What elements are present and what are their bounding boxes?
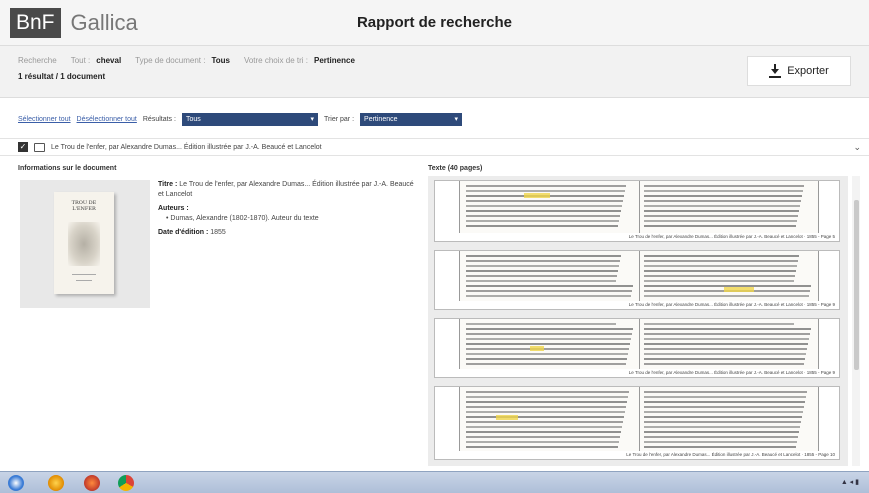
document-icon	[34, 142, 45, 152]
media-icon[interactable]	[84, 475, 100, 491]
text-snippets-area: Le Trou de l'enfer, par Alexandre Dumas.…	[428, 176, 848, 466]
os-taskbar: ▲ ◂ ▮	[0, 471, 869, 493]
tout-value: cheval	[96, 56, 122, 65]
page-title: Rapport de recherche	[356, 14, 513, 31]
meta-date-label: Date d'édition :	[158, 229, 209, 236]
tri-value: Pertinence	[313, 56, 355, 65]
start-icon[interactable]	[8, 475, 24, 491]
search-highlight	[724, 287, 754, 292]
text-snippet[interactable]: Le Trou de l'enfer, par Alexandre Dumas.…	[434, 250, 840, 310]
deselect-all-link[interactable]: Désélectionner tout	[77, 116, 137, 123]
export-button[interactable]: Exporter	[747, 56, 851, 86]
info-panel-title: Informations sur le document	[18, 165, 117, 172]
snippet-caption[interactable]: Le Trou de l'enfer, par Alexandre Dumas.…	[629, 370, 835, 375]
text-snippet[interactable]: Le Trou de l'enfer, par Alexandre Dumas.…	[434, 386, 840, 460]
scrollbar-thumb[interactable]	[854, 200, 859, 370]
results-filter-value: Tous	[185, 115, 201, 123]
thumbnail-line	[72, 274, 96, 275]
meta-authors-label: Auteurs :	[158, 205, 189, 212]
snippet-scan	[459, 387, 819, 451]
document-thumbnail[interactable]: TROU DE L'ENFER	[20, 180, 150, 308]
recherche-label: Recherche	[18, 56, 57, 65]
type-value: Tous	[211, 56, 230, 65]
result-title: Le Trou de l'enfer, par Alexandre Dumas.…	[51, 143, 322, 151]
criterion-tout: Tout : cheval	[71, 56, 121, 65]
chevron-down-icon: ▾	[310, 116, 314, 123]
text-snippet[interactable]: Le Trou de l'enfer, par Alexandre Dumas.…	[434, 180, 840, 242]
tout-label: Tout :	[70, 56, 91, 65]
snippet-scan	[459, 319, 819, 369]
thumbnail-illustration	[68, 222, 100, 266]
document-metadata: Titre : Le Trou de l'enfer, par Alexandr…	[158, 180, 418, 238]
chrome-icon[interactable]	[118, 475, 134, 491]
text-panel-title: Texte (40 pages)	[428, 165, 483, 172]
app-header: BnF Gallica Rapport de recherche	[0, 0, 869, 46]
criterion-tri: Votre choix de tri : Pertinence	[244, 56, 355, 65]
meta-date: Date d'édition : 1855	[158, 228, 418, 238]
meta-title-label: Titre :	[158, 181, 178, 188]
meta-date-value: 1855	[210, 229, 226, 236]
search-highlight	[524, 193, 550, 198]
meta-title: Titre : Le Trou de l'enfer, par Alexandr…	[158, 180, 418, 200]
selection-toolbar: Sélectionner tout Désélectionner tout Ré…	[0, 108, 869, 130]
chevron-down-icon: ▾	[454, 116, 459, 123]
checkbox-icon[interactable]: ✓	[18, 142, 28, 152]
snippet-scan	[459, 251, 819, 301]
results-count: 1 résultat / 1 document	[18, 72, 106, 81]
search-highlight	[530, 346, 544, 351]
chevron-down-icon[interactable]: ⌄	[853, 142, 861, 153]
system-tray[interactable]: ▲ ◂ ▮	[841, 478, 859, 486]
search-criteria: Recherche Tout : cheval Type de document …	[18, 56, 355, 65]
download-icon	[769, 64, 782, 78]
search-summary-bar: Recherche Tout : cheval Type de document …	[0, 46, 869, 98]
meta-author-value[interactable]: Dumas, Alexandre (1802-1870). Auteur du …	[170, 215, 318, 222]
snippet-caption[interactable]: Le Trou de l'enfer, par Alexandre Dumas.…	[629, 302, 835, 307]
thumbnail-title: TROU DE L'ENFER	[71, 200, 97, 212]
type-label: Type de document :	[135, 56, 206, 65]
snippet-scan	[459, 181, 819, 233]
results-filter-select[interactable]: Tous ▾	[181, 112, 318, 126]
select-all-link[interactable]: Sélectionner tout	[18, 116, 71, 123]
folder-icon[interactable]	[48, 475, 64, 491]
sort-value: Pertinence	[364, 115, 398, 123]
sort-label: Trier par :	[323, 115, 355, 123]
sort-select[interactable]: Pertinence ▾	[360, 112, 463, 126]
thumbnail-line	[76, 280, 92, 281]
result-header-row[interactable]: ✓ Le Trou de l'enfer, par Alexandre Duma…	[0, 138, 869, 156]
export-label: Exporter	[787, 65, 829, 77]
snippet-caption[interactable]: Le Trou de l'enfer, par Alexandre Dumas.…	[629, 234, 835, 239]
results-filter-label: Résultats :	[142, 115, 176, 123]
tri-label: Votre choix de tri :	[243, 56, 308, 65]
meta-author-item[interactable]: • Dumas, Alexandre (1802-1870). Auteur d…	[158, 214, 418, 224]
snippet-caption[interactable]: Le Trou de l'enfer, par Alexandre Dumas.…	[626, 452, 835, 457]
text-snippet[interactable]: Le Trou de l'enfer, par Alexandre Dumas.…	[434, 318, 840, 378]
search-highlight	[496, 415, 518, 420]
meta-title-value: Le Trou de l'enfer, par Alexandre Dumas.…	[158, 181, 414, 198]
thumbnail-page: TROU DE L'ENFER	[54, 192, 114, 294]
criterion-type: Type de document : Tous	[135, 56, 230, 65]
